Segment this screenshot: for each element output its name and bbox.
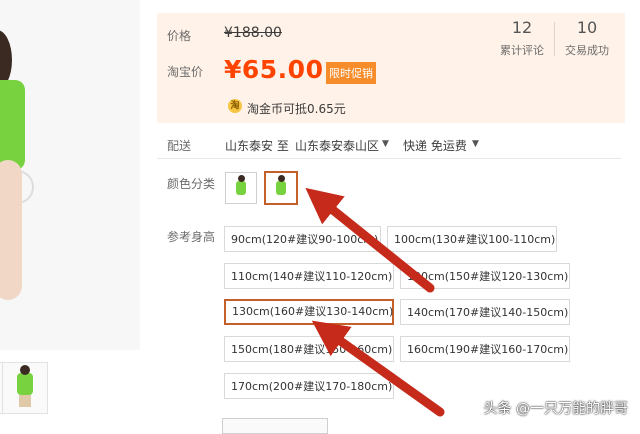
color-option-kid-image	[276, 175, 286, 195]
shipping-from: 山东泰安 至	[225, 139, 289, 153]
thumbnail-strip	[0, 360, 140, 415]
original-price: ¥188.00	[224, 25, 282, 41]
color-option-1[interactable]	[225, 172, 257, 204]
sales-count: 10	[576, 18, 598, 37]
reviews-label[interactable]: 累计评论	[492, 42, 552, 58]
promo-badge: 限时促销	[326, 62, 376, 84]
original-price-label: 价格	[167, 29, 192, 43]
thumbnail-kid-image	[17, 365, 33, 407]
reviews-count: 12	[511, 18, 533, 37]
watermark: 头条 @一只万能的胖哥	[483, 401, 628, 417]
current-price: ¥65.00	[224, 55, 324, 84]
model-green-shirt	[0, 80, 25, 170]
color-option-kid-image	[236, 175, 246, 195]
color-label: 颜色分类	[167, 177, 216, 191]
color-option-2-selected[interactable]	[264, 171, 298, 205]
section-divider	[157, 158, 621, 159]
coin-icon: 淘	[228, 99, 242, 113]
shipping-method[interactable]: 快递 免运费	[403, 137, 467, 154]
size-option-90[interactable]: 90cm(120#建议90-100cm)	[224, 226, 381, 252]
size-option-120[interactable]: 120cm(150#建议120-130cm)	[400, 263, 570, 289]
method-dropdown-icon[interactable]: ▼	[472, 139, 479, 149]
coin-deduction-text: 淘金币可抵0.65元	[247, 102, 346, 116]
model-arm	[0, 160, 22, 300]
size-option-110[interactable]: 110cm(140#建议110-120cm)	[224, 263, 394, 289]
size-option-140[interactable]: 140cm(170#建议140-150cm)	[400, 299, 570, 325]
thumbnail-2[interactable]	[2, 362, 48, 414]
size-label: 参考身高	[167, 230, 216, 244]
size-option-130-selected[interactable]: 130cm(160#建议130-140cm)	[224, 299, 394, 325]
product-main-image	[0, 0, 140, 350]
stats-divider	[554, 22, 555, 56]
size-option-100[interactable]: 100cm(130#建议100-110cm)	[387, 226, 557, 252]
destination-dropdown-icon[interactable]: ▼	[382, 139, 389, 149]
shipping-label: 配送	[167, 139, 192, 153]
size-option-170[interactable]: 170cm(200#建议170-180cm)	[224, 373, 394, 399]
quantity-stepper[interactable]	[222, 418, 328, 434]
size-option-150[interactable]: 150cm(180#建议150-160cm)	[224, 336, 394, 362]
size-option-160[interactable]: 160cm(190#建议160-170cm)	[400, 336, 570, 362]
sales-label: 交易成功	[565, 44, 609, 57]
taobao-price-label: 淘宝价	[167, 65, 204, 79]
shipping-destination[interactable]: 山东泰安泰山区	[295, 137, 379, 154]
